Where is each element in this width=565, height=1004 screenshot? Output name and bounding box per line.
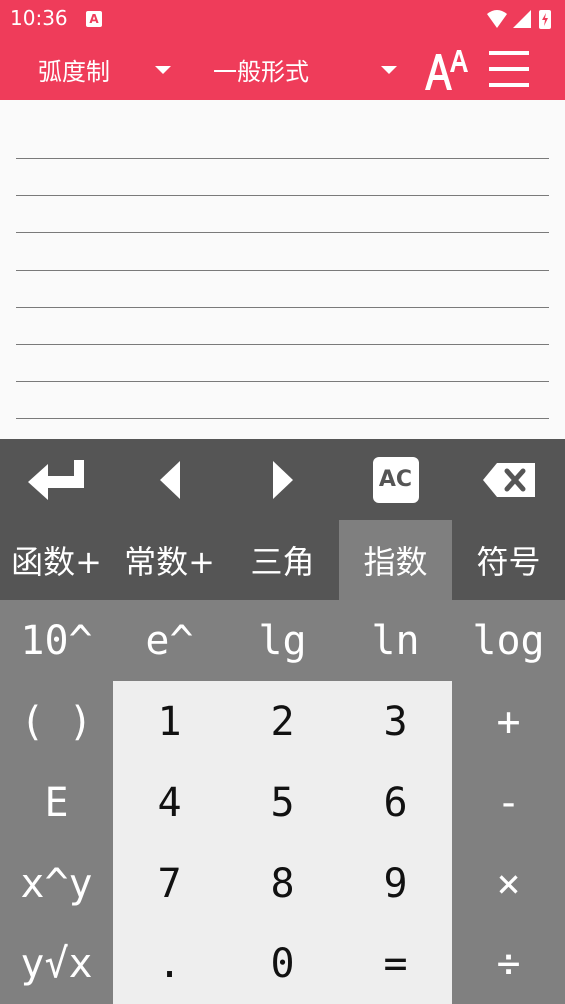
key-exponent-e[interactable]: E [0, 762, 113, 843]
enter-icon [27, 459, 84, 500]
status-bar: 10:36 A [0, 0, 565, 38]
status-time: 10:36 [10, 6, 68, 30]
key-4[interactable]: 4 [113, 762, 226, 843]
display-line [16, 418, 549, 419]
key-2[interactable]: 2 [226, 681, 339, 762]
expression-display[interactable] [0, 100, 565, 439]
key-divide[interactable]: ÷ [452, 923, 565, 1004]
tab-constants[interactable]: 常数+ [113, 520, 226, 600]
cursor-right-icon [272, 460, 293, 499]
key-x-power-y[interactable]: x^y [0, 843, 113, 924]
key-ten-power[interactable]: 10^ [0, 600, 113, 681]
display-line [16, 270, 549, 271]
key-3[interactable]: 3 [339, 681, 452, 762]
key-minus[interactable]: - [452, 762, 565, 843]
backspace-button[interactable] [452, 439, 565, 520]
tab-symbols[interactable]: 符号 [452, 520, 565, 600]
key-9[interactable]: 9 [339, 843, 452, 924]
key-5[interactable]: 5 [226, 762, 339, 843]
key-multiply[interactable]: × [452, 843, 565, 924]
key-y-root-x[interactable]: y√x [0, 923, 113, 1004]
font-size-icon[interactable] [422, 46, 472, 92]
key-lg[interactable]: lg [226, 600, 339, 681]
key-e-power[interactable]: e^ [113, 600, 226, 681]
tab-exponent[interactable]: 指数 [339, 520, 452, 600]
backspace-icon [482, 462, 535, 497]
cursor-right-button[interactable] [226, 439, 339, 520]
system-status-icons [487, 10, 551, 29]
clear-all-label: AC [372, 456, 419, 503]
key-equals[interactable]: = [339, 923, 452, 1004]
key-ln[interactable]: ln [339, 600, 452, 681]
wifi-icon [487, 10, 507, 28]
key-log[interactable]: log [452, 600, 565, 681]
display-line [16, 232, 549, 233]
display-line [16, 381, 549, 382]
edit-toolbar: AC [0, 439, 565, 520]
chevron-down-icon [155, 66, 171, 74]
cell-signal-icon [513, 10, 531, 28]
app-bar: 弧度制 一般形式 [0, 38, 565, 100]
enter-button[interactable] [0, 439, 113, 520]
output-format-label: 一般形式 [213, 57, 309, 86]
clear-all-button[interactable]: AC [339, 439, 452, 520]
output-format-dropdown[interactable]: 一般形式 [213, 38, 403, 100]
tab-trig[interactable]: 三角 [226, 520, 339, 600]
cursor-left-icon [159, 460, 180, 499]
key-decimal[interactable]: . [113, 923, 226, 1004]
display-line [16, 158, 549, 159]
key-8[interactable]: 8 [226, 843, 339, 924]
a-notification-icon: A [86, 11, 102, 27]
tab-functions[interactable]: 函数+ [0, 520, 113, 600]
display-line [16, 307, 549, 308]
chevron-down-icon [381, 66, 397, 74]
keypad: 10^ e^ lg ln log ( ) 1 2 3 + E 4 5 6 - x… [0, 600, 565, 1004]
display-line [16, 195, 549, 196]
display-line [16, 344, 549, 345]
angle-mode-label: 弧度制 [38, 57, 110, 86]
key-plus[interactable]: + [452, 681, 565, 762]
key-parentheses[interactable]: ( ) [0, 681, 113, 762]
key-0[interactable]: 0 [226, 923, 339, 1004]
key-6[interactable]: 6 [339, 762, 452, 843]
function-tabs: 函数+ 常数+ 三角 指数 符号 [0, 520, 565, 600]
angle-mode-dropdown[interactable]: 弧度制 [38, 38, 178, 100]
key-7[interactable]: 7 [113, 843, 226, 924]
cursor-left-button[interactable] [113, 439, 226, 520]
key-1[interactable]: 1 [113, 681, 226, 762]
hamburger-menu-icon[interactable] [489, 49, 529, 89]
